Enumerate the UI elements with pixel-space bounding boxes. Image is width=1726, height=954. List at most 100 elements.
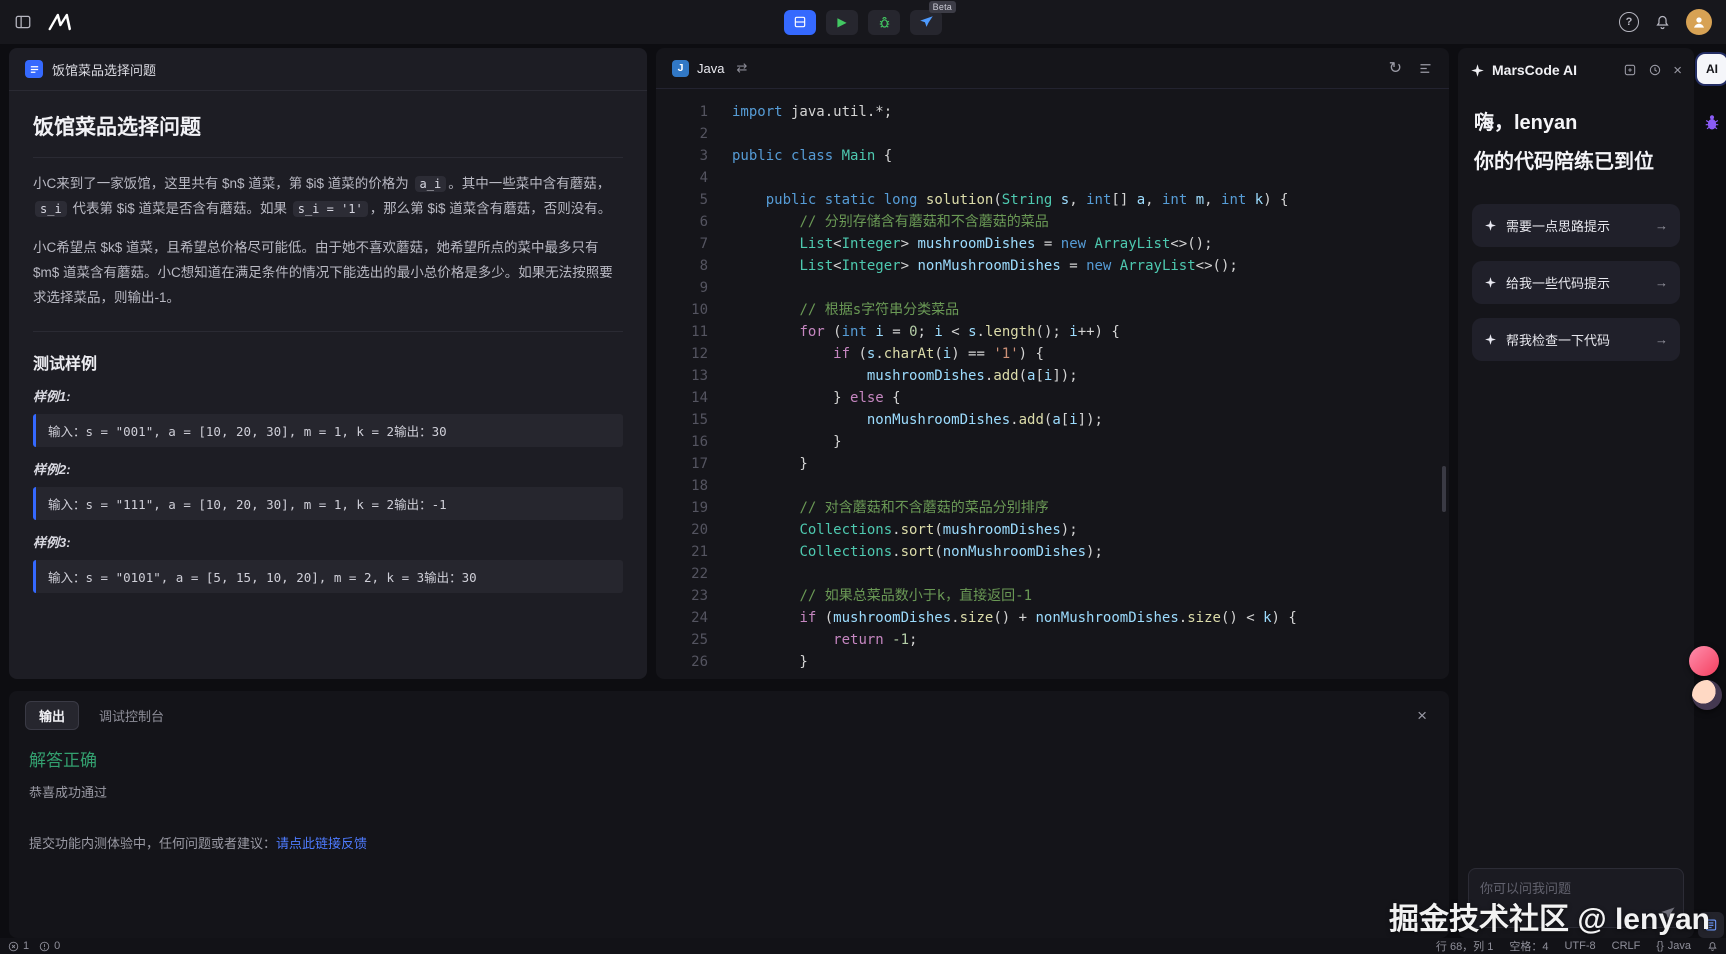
code-line: 15 nonMushroomDishes.add(a[i]); [656, 409, 1449, 431]
code-line: 25 return -1; [656, 629, 1449, 651]
line-number: 4 [656, 167, 732, 189]
tab-java[interactable]: J Java ⇄ [672, 60, 747, 77]
problem-description: 小C来到了一家饭馆，这里共有 $n$ 道菜，第 $i$ 道菜的价格为 a_i。其… [33, 172, 623, 311]
indent-setting[interactable]: 空格：4 [1509, 938, 1548, 954]
line-number: 3 [656, 145, 732, 167]
error-counter[interactable]: 1 [8, 940, 29, 952]
suggestion-card[interactable]: 需要一点思路提示→ [1472, 204, 1680, 247]
code-line: 9 [656, 277, 1449, 299]
debug-button[interactable] [868, 10, 900, 35]
line-number: 2 [656, 123, 732, 145]
sample-block: 输入：s = "111", a = [10, 20, 30], m = 1, k… [33, 487, 623, 520]
line-number: 17 [656, 453, 732, 475]
language-mode[interactable]: {} Java [1656, 940, 1691, 952]
new-chat-button[interactable] [1623, 63, 1637, 77]
problem-doc-icon [25, 60, 43, 78]
assistant-input[interactable] [1469, 869, 1683, 927]
feedback-link[interactable]: 请点此链接反馈 [276, 836, 367, 851]
line-number: 15 [656, 409, 732, 431]
close-assistant-button[interactable]: × [1673, 62, 1682, 79]
user-avatar[interactable] [1686, 9, 1712, 35]
code-line: 19 // 对含蘑菇和不含蘑菇的菜品分别排序 [656, 497, 1449, 519]
line-number: 24 [656, 607, 732, 629]
run-button[interactable]: ▶ [826, 10, 858, 35]
close-output-button[interactable]: × [1411, 705, 1433, 727]
encoding-setting[interactable]: UTF-8 [1564, 940, 1595, 952]
code-area[interactable]: 1import java.util.*;23public class Main … [656, 89, 1449, 673]
java-icon: J [672, 60, 689, 77]
new-chat-icon [1623, 63, 1637, 77]
history-icon [1648, 63, 1662, 77]
greeting-line2: 你的代码陪练已到位 [1474, 145, 1678, 174]
line-number: 5 [656, 189, 732, 211]
code-line: 24 if (mushroomDishes.size() + nonMushro… [656, 607, 1449, 629]
code-line: 11 for (int i = 0; i < s.length(); i++) … [656, 321, 1449, 343]
assistant-greeting: 嗨，lenyan 你的代码陪练已到位 [1458, 92, 1694, 174]
notifications-button[interactable] [1654, 14, 1671, 31]
editor-scrollbar[interactable] [1442, 466, 1446, 512]
line-number: 7 [656, 233, 732, 255]
output-body: 解答正确 恭喜成功通过 提交功能内测体验中，任何问题或者建议：请点此链接反馈 [9, 736, 1449, 862]
problem-header-title: 饭馆菜品选择问题 [52, 60, 156, 79]
tab-output[interactable]: 输出 [25, 701, 79, 730]
suggestion-card[interactable]: 帮我检查一下代码→ [1472, 318, 1680, 361]
code-line: 21 Collections.sort(nonMushroomDishes); [656, 541, 1449, 563]
person-icon [1691, 14, 1707, 30]
assistant-input-box [1468, 868, 1684, 928]
code-line: 13 mushroomDishes.add(a[i]); [656, 365, 1449, 387]
floating-user-avatar[interactable] [1692, 680, 1722, 710]
sample-label: 样例3: [33, 532, 623, 551]
suggestion-card[interactable]: 给我一些代码提示→ [1472, 261, 1680, 304]
problem-header: 饭馆菜品选择问题 [9, 48, 647, 91]
sparkle-icon [1484, 276, 1497, 289]
floating-widget-button[interactable] [1698, 912, 1724, 938]
editor-panel: J Java ⇄ ↻ 1import java.util.*;23public … [656, 48, 1449, 679]
send-button[interactable] [1660, 906, 1676, 922]
widget-icon [1704, 918, 1718, 932]
sparkle-icon [1484, 333, 1497, 346]
code-line: 14 } else { [656, 387, 1449, 409]
code-line: 5 public static long solution(String s, … [656, 189, 1449, 211]
help-button[interactable]: ? [1619, 12, 1639, 32]
layout-button[interactable] [784, 10, 816, 35]
result-subtitle: 恭喜成功通过 [29, 782, 1429, 801]
line-number: 25 [656, 629, 732, 651]
language-switch-icon[interactable]: ⇄ [736, 60, 747, 76]
ai-assistant-icon[interactable]: AI [1697, 54, 1726, 84]
code-line: 17 } [656, 453, 1449, 475]
suggestion-label: 需要一点思路提示 [1506, 216, 1610, 235]
line-number: 13 [656, 365, 732, 387]
problem-title: 饭馆菜品选择问题 [33, 111, 623, 158]
practice-icon[interactable] [1699, 110, 1725, 136]
play-icon: ▶ [837, 16, 846, 28]
statusbar: 1 0 行 68，列 1 空格：4 UTF-8 CRLF {} Java [0, 938, 1726, 954]
sparkle-icon [1484, 219, 1497, 232]
tab-debug-console[interactable]: 调试控制台 [99, 706, 164, 725]
eol-setting[interactable]: CRLF [1612, 940, 1641, 952]
language-label: Java [697, 61, 724, 76]
code-line: 2 [656, 123, 1449, 145]
reset-code-button[interactable]: ↻ [1389, 58, 1402, 78]
line-number: 21 [656, 541, 732, 563]
submit-button[interactable]: Beta [910, 10, 942, 35]
line-number: 1 [656, 101, 732, 123]
inline-code: a_i [415, 176, 447, 192]
assistant-title: MarsCode AI [1492, 62, 1577, 78]
warning-icon [39, 941, 50, 952]
history-button[interactable] [1648, 63, 1662, 77]
statusbar-bell[interactable] [1707, 941, 1718, 952]
marscode-logo [48, 12, 74, 32]
sample-label: 样例1: [33, 386, 623, 405]
cursor-position[interactable]: 行 68，列 1 [1436, 938, 1493, 954]
bug-icon [877, 15, 892, 30]
code-line: 26 } [656, 651, 1449, 673]
assistant-header: MarsCode AI × [1458, 48, 1694, 92]
floating-plugin-avatar[interactable] [1689, 646, 1719, 676]
sidebar-toggle-button[interactable] [14, 13, 32, 31]
suggestion-list: 需要一点思路提示→ 给我一些代码提示→ 帮我检查一下代码→ [1458, 204, 1694, 361]
format-code-button[interactable] [1418, 61, 1433, 76]
line-number: 18 [656, 475, 732, 497]
code-line: 8 List<Integer> nonMushroomDishes = new … [656, 255, 1449, 277]
code-line: 10 // 根据s字符串分类菜品 [656, 299, 1449, 321]
warning-counter[interactable]: 0 [39, 940, 60, 952]
